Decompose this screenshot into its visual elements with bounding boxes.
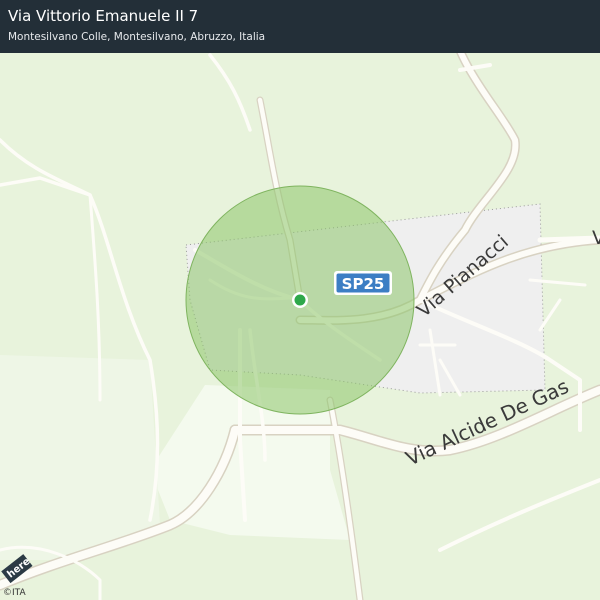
- map-canvas[interactable]: SP25 Via Pianacci Via Alcide De Gas V he…: [0, 0, 600, 600]
- map-attribution[interactable]: ©ITA: [3, 588, 26, 598]
- place-title: Via Vittorio Emanuele II 7: [8, 7, 199, 25]
- field-area-west: [0, 355, 160, 560]
- road-shield-label: SP25: [342, 275, 385, 293]
- street-label-edge: V: [592, 227, 600, 249]
- road-shield-icon: SP25: [334, 271, 392, 295]
- place-address: Montesilvano Colle, Montesilvano, Abruzz…: [8, 31, 266, 43]
- place-header: Via Vittorio Emanuele II 7 Montesilvano …: [0, 0, 600, 53]
- location-dot-icon[interactable]: [292, 292, 308, 308]
